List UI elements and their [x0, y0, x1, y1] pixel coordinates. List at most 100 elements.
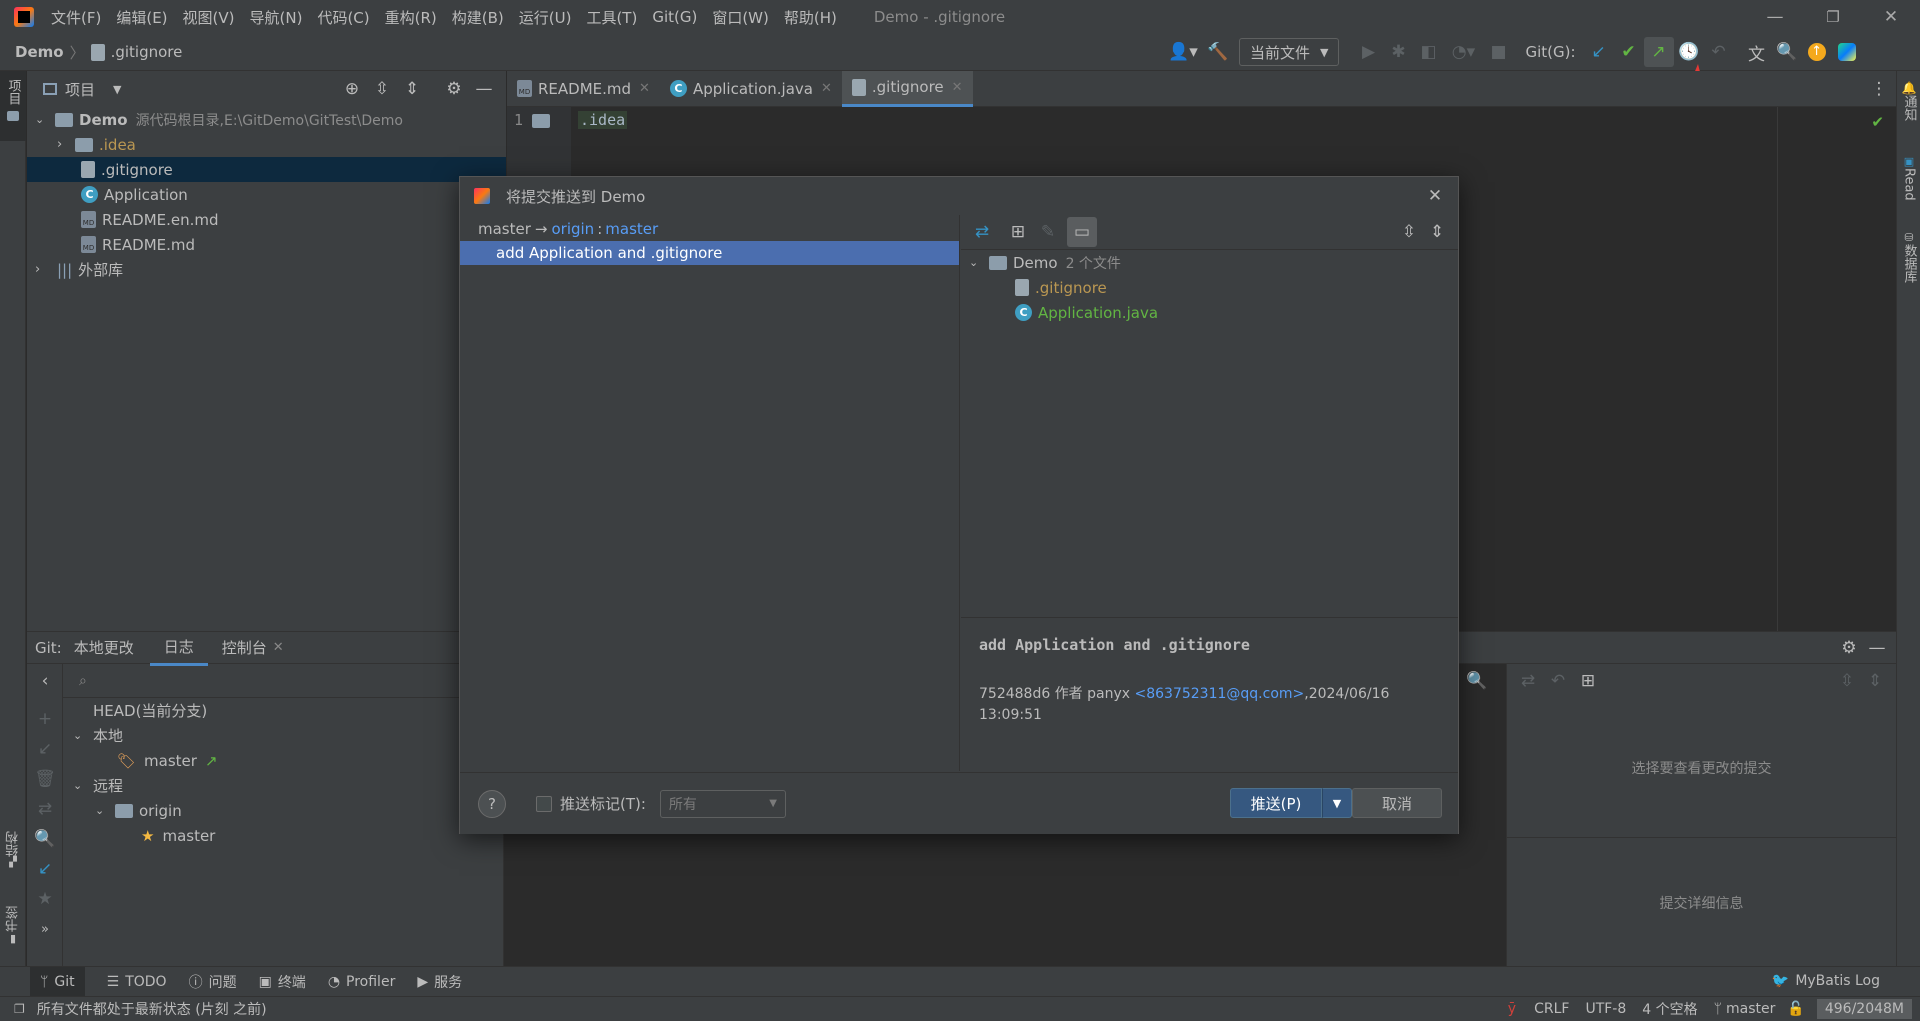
collapse-all-icon[interactable]: ⇕: [1860, 666, 1890, 696]
group-by-icon[interactable]: ⊞: [1573, 666, 1603, 696]
indent-setting[interactable]: 4 个空格: [1642, 999, 1697, 1019]
expand-all-icon[interactable]: ⇳: [1394, 217, 1424, 247]
hide-icon[interactable]: —: [1862, 633, 1892, 663]
changes-tree-root[interactable]: ⌄ Demo 2 个文件: [961, 250, 1458, 275]
search-everywhere-icon[interactable]: 🔍: [1772, 37, 1802, 67]
tool-git[interactable]: ᛘ Git: [30, 967, 85, 996]
tab-console[interactable]: 控制台: [222, 637, 267, 658]
menu-code[interactable]: 代码(C): [317, 7, 369, 28]
push-button[interactable]: 推送(P): [1230, 788, 1322, 818]
chevron-down-icon[interactable]: ⌄: [969, 256, 989, 269]
gear-icon[interactable]: ⚙: [1834, 633, 1864, 663]
chevron-right-icon[interactable]: ›: [57, 137, 75, 152]
close-tab-icon[interactable]: ✕: [821, 81, 832, 96]
group-by-icon[interactable]: ⊞: [1003, 217, 1033, 247]
detail-email-link[interactable]: <863752311@qq.com>: [1135, 686, 1305, 702]
profile-icon[interactable]: ◔▾: [1443, 37, 1483, 67]
branch-local-master[interactable]: 🏷 master ↗: [63, 748, 503, 773]
branch-group-remote[interactable]: ⌄ 远程: [63, 773, 503, 798]
close-tab-icon[interactable]: ✕: [273, 640, 284, 655]
back-icon[interactable]: ‹: [30, 666, 60, 696]
tree-root[interactable]: ⌄ Demo 源代码根目录,E:\GitDemo\GitTest\Demo: [27, 107, 506, 132]
compare-icon[interactable]: ⇄: [30, 794, 60, 824]
menu-refactor[interactable]: 重构(R): [385, 7, 437, 28]
build-hammer-icon[interactable]: 🔨: [1203, 37, 1233, 67]
checkout-icon[interactable]: ↙: [30, 734, 60, 764]
translate-icon[interactable]: 文: [1742, 37, 1772, 67]
tab-local-changes[interactable]: 本地更改: [74, 637, 134, 658]
breadcrumb-project[interactable]: Demo: [15, 43, 64, 61]
close-window-icon[interactable]: ✕: [1862, 2, 1920, 32]
help-button[interactable]: ?: [478, 789, 506, 818]
menu-file[interactable]: 文件(F): [51, 7, 101, 28]
chevron-down-icon[interactable]: ⌄: [35, 113, 55, 126]
branch-group-local[interactable]: ⌄ 本地: [63, 723, 503, 748]
menu-tools[interactable]: 工具(T): [586, 7, 637, 28]
menu-edit[interactable]: 编辑(E): [116, 7, 167, 28]
expand-all-icon[interactable]: ⇳: [1832, 666, 1862, 696]
line-separator[interactable]: CRLF: [1534, 1001, 1569, 1017]
tool-profiler[interactable]: ◔ Profiler: [328, 974, 396, 990]
bookmarks-tool-button[interactable]: 书签 ▮: [0, 906, 26, 945]
branch-head[interactable]: HEAD(当前分支): [63, 698, 503, 723]
menu-build[interactable]: 构建(B): [452, 7, 504, 28]
tree-item-gitignore[interactable]: .gitignore: [27, 157, 506, 182]
hide-icon[interactable]: —: [469, 74, 499, 104]
chevron-right-icon[interactable]: ›: [35, 262, 57, 277]
chevron-down-icon[interactable]: ▼: [113, 83, 121, 96]
delete-icon[interactable]: 🗑: [30, 764, 60, 794]
read-tool-button[interactable]: ▣ Read: [1897, 155, 1920, 201]
menu-git[interactable]: Git(G): [652, 8, 697, 26]
debug-icon[interactable]: ✱: [1383, 37, 1413, 67]
run-config-select[interactable]: 当前文件 ▼: [1239, 38, 1340, 66]
changed-file-gitignore[interactable]: .gitignore: [961, 275, 1458, 300]
menu-run[interactable]: 运行(U): [519, 7, 572, 28]
menu-navigate[interactable]: 导航(N): [250, 7, 303, 28]
tab-readme[interactable]: MD README.md ✕: [507, 71, 660, 107]
breadcrumb-file[interactable]: .gitignore: [111, 43, 183, 61]
run-icon[interactable]: ▶: [1353, 37, 1383, 67]
tab-log[interactable]: 日志: [149, 630, 208, 666]
git-commit-icon[interactable]: ✔: [1614, 37, 1644, 67]
tree-item-application[interactable]: C Application: [27, 182, 506, 207]
locate-icon[interactable]: ⊕: [337, 74, 367, 104]
tab-gitignore[interactable]: .gitignore ✕: [841, 70, 973, 107]
add-icon[interactable]: +: [30, 704, 60, 734]
git-update-icon[interactable]: ↙: [1584, 37, 1614, 67]
git-rollback-icon[interactable]: ↶: [1704, 37, 1734, 67]
notifications-tool-button[interactable]: 🔔 通知: [1897, 81, 1920, 121]
show-diff-icon[interactable]: ⇄: [967, 217, 997, 247]
stop-icon[interactable]: ■: [1483, 37, 1513, 67]
update-available-icon[interactable]: ↑: [1802, 37, 1832, 67]
tree-item-readme-en[interactable]: MD README.en.md: [27, 207, 506, 232]
revert-icon[interactable]: ↶: [1543, 666, 1573, 696]
tool-terminal[interactable]: ▣ 终端: [259, 972, 306, 992]
changed-file-application[interactable]: C Application.java: [961, 300, 1458, 325]
edit-source-icon[interactable]: ✎: [1033, 217, 1063, 247]
coverage-icon[interactable]: ◧: [1413, 37, 1443, 67]
memory-indicator[interactable]: 496/2048M: [1816, 999, 1912, 1019]
push-tags-checkbox[interactable]: [536, 795, 552, 812]
push-tags-select[interactable]: 所有 ▼: [659, 789, 786, 818]
toggle-tool-windows-icon[interactable]: ❐: [14, 1002, 25, 1016]
branch-remote-master[interactable]: ★ master: [63, 823, 503, 848]
menu-window[interactable]: 窗口(W): [712, 7, 769, 28]
target-branch-link[interactable]: master: [605, 220, 658, 238]
chevron-down-icon[interactable]: ⌄: [95, 804, 115, 817]
chevron-down-icon[interactable]: ⌄: [73, 779, 93, 792]
close-tab-icon[interactable]: ✕: [952, 80, 963, 95]
tab-application[interactable]: C Application.java ✕: [660, 71, 842, 107]
push-options-button[interactable]: ▼: [1322, 788, 1352, 818]
database-tool-button[interactable]: ⛁ 数据库: [1897, 231, 1920, 283]
collapse-all-icon[interactable]: ⇕: [1422, 217, 1452, 247]
collapse-all-icon[interactable]: ⇕: [397, 74, 427, 104]
expand-all-icon[interactable]: ⇳: [367, 74, 397, 104]
branch-search[interactable]: ⌕: [63, 664, 503, 698]
minimize-icon[interactable]: —: [1746, 2, 1804, 32]
lock-icon[interactable]: 🔓: [1787, 1001, 1804, 1017]
close-icon[interactable]: ✕: [1420, 181, 1450, 211]
restore-icon[interactable]: ❐: [1804, 2, 1862, 32]
chevron-down-icon[interactable]: ⌄: [73, 729, 93, 742]
remote-name-link[interactable]: origin: [551, 220, 594, 238]
tree-item-readme[interactable]: MD README.md: [27, 232, 506, 257]
